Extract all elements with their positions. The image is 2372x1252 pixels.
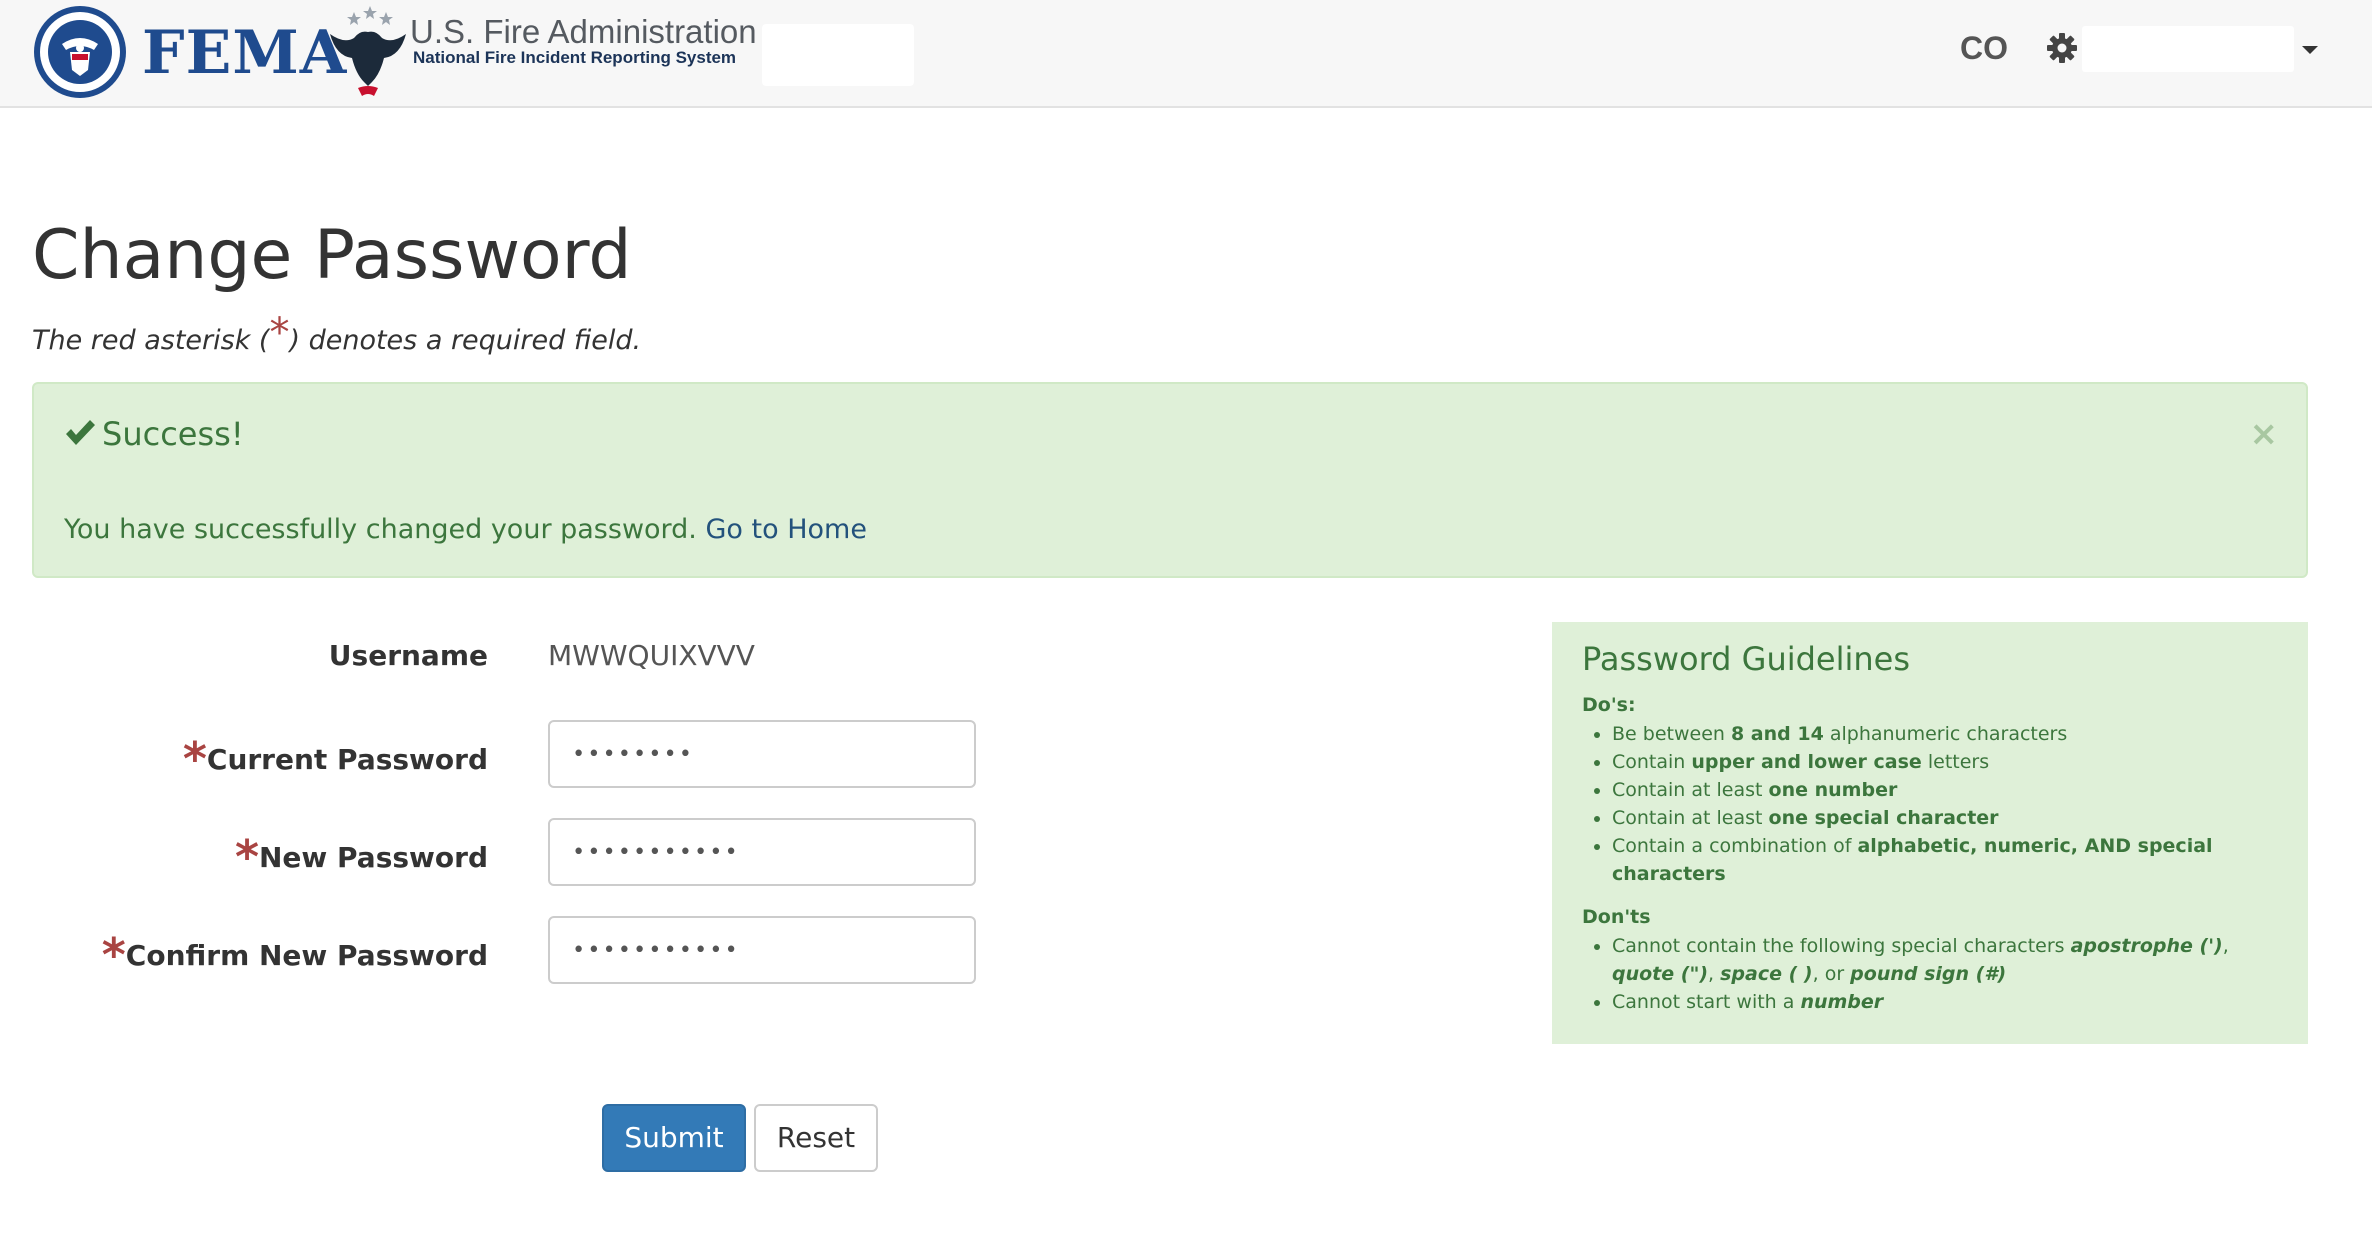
new-password-label: *New Password [235, 834, 488, 880]
item-emphasis: space ( ) [1720, 963, 1813, 985]
list-item: Contain a combination of alphabetic, num… [1612, 832, 2278, 888]
item-text: , [2222, 935, 2229, 957]
item-emphasis: apostrophe (') [2070, 935, 2223, 957]
list-item: Contain at least one special character [1612, 804, 2278, 832]
item-emphasis: quote (") [1612, 963, 1709, 985]
password-guidelines-panel: Password Guidelines Do's: Be between 8 a… [1552, 622, 2308, 1044]
close-icon[interactable]: × [2250, 414, 2279, 454]
user-menu-dropdown[interactable] [2082, 26, 2294, 72]
item-emphasis: number [1800, 991, 1884, 1013]
success-alert: Success! × You have successfully changed… [32, 382, 2308, 578]
dos-list: Be between 8 and 14 alphanumeric charact… [1582, 720, 2278, 888]
alert-title: Success! [102, 415, 244, 453]
required-note-suffix: ) denotes a required field. [289, 325, 642, 356]
alert-message-text: You have successfully changed your passw… [64, 514, 697, 545]
item-text: Cannot start with a [1612, 991, 1801, 1013]
item-text: Contain a combination of [1612, 835, 1858, 857]
check-icon [66, 420, 95, 445]
username-value: MWWQUIXVVV [548, 639, 755, 672]
item-text: , or [1812, 963, 1851, 985]
item-text: Cannot contain the following special cha… [1612, 935, 2071, 957]
fema-wordmark: FEMA [142, 18, 348, 88]
submit-button[interactable]: Submit [602, 1104, 746, 1172]
gear-icon[interactable] [2046, 32, 2078, 64]
required-asterisk: * [182, 732, 207, 786]
list-item: Contain upper and lower case letters [1612, 748, 2278, 776]
item-text: letters [1921, 751, 1990, 773]
item-emphasis: one number [1768, 779, 1898, 801]
usfa-title: U.S. Fire Administration [410, 13, 757, 50]
state-code[interactable]: CO [1960, 28, 2008, 68]
required-note-prefix: The red asterisk ( [32, 325, 270, 356]
donts-title: Don'ts [1582, 906, 1651, 928]
dos-title: Do's: [1582, 694, 1636, 716]
usfa-subtitle: National Fire Incident Reporting System [413, 48, 737, 67]
required-asterisk: * [234, 830, 259, 884]
current-password-label-text: Current Password [206, 743, 488, 776]
item-text: Contain [1612, 751, 1692, 773]
required-field-note: The red asterisk (*) denotes a required … [32, 313, 642, 364]
new-password-input[interactable] [548, 818, 976, 886]
confirm-password-input[interactable] [548, 916, 976, 984]
reset-button[interactable]: Reset [754, 1104, 878, 1172]
go-to-home-link[interactable]: Go to Home [706, 514, 867, 545]
dhs-seal-logo [34, 6, 126, 98]
confirm-password-label-text: Confirm New Password [125, 939, 488, 972]
item-emphasis: one special character [1768, 807, 1999, 829]
item-emphasis: 8 and 14 [1730, 723, 1824, 745]
current-password-input[interactable] [548, 720, 976, 788]
username-label: Username [329, 636, 488, 676]
item-text: Contain at least [1612, 779, 1769, 801]
required-asterisk: * [101, 928, 126, 982]
list-item: Contain at least one number [1612, 776, 2278, 804]
top-header: FEMA U.S. Fire Administration National F… [0, 0, 2372, 108]
item-emphasis: upper and lower case [1691, 751, 1922, 773]
list-item: Be between 8 and 14 alphanumeric charact… [1612, 720, 2278, 748]
header-search-box[interactable] [762, 24, 914, 86]
item-text: Be between [1612, 723, 1731, 745]
list-item: Cannot contain the following special cha… [1612, 932, 2278, 988]
alert-message: You have successfully changed your passw… [64, 510, 867, 550]
usfa-eagle-logo [330, 6, 406, 96]
list-item: Cannot start with a number [1612, 988, 2278, 1016]
item-text: , [1708, 963, 1721, 985]
confirm-password-label: *Confirm New Password [102, 932, 488, 978]
new-password-label-text: New Password [259, 841, 488, 874]
item-text: alphanumeric characters [1823, 723, 2068, 745]
item-text: Contain at least [1612, 807, 1769, 829]
required-asterisk: * [269, 310, 290, 356]
username-label-text: Username [328, 639, 488, 672]
caret-down-icon[interactable] [2302, 46, 2318, 54]
current-password-label: *Current Password [183, 736, 488, 782]
item-emphasis: pound sign (#) [1850, 963, 2007, 985]
donts-list: Cannot contain the following special cha… [1582, 932, 2278, 1016]
alert-title-row: Success! [64, 412, 244, 456]
page-title: Change Password [32, 216, 632, 295]
guidelines-title: Password Guidelines [1582, 640, 1911, 678]
